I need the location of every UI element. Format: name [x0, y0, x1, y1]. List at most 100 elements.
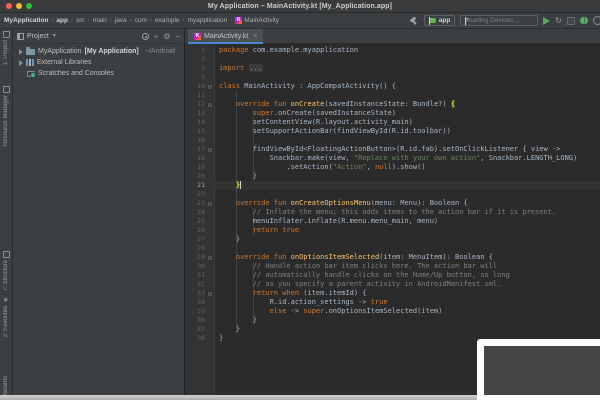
code-token: , — [367, 163, 375, 171]
device-select[interactable]: Loading Devices... ▼ — [460, 15, 538, 26]
code-line[interactable]: setSupportActionBar(findViewById(R.id.to… — [219, 127, 600, 136]
code-token: } — [219, 334, 223, 342]
code-token — [219, 208, 253, 216]
folded-imports[interactable]: ... — [249, 64, 264, 72]
line-number: 21 — [185, 181, 214, 190]
code-line[interactable]: override fun onCreate(savedInstanceState… — [219, 100, 600, 109]
close-tab-icon[interactable]: × — [253, 33, 257, 40]
code-line[interactable] — [219, 91, 600, 100]
profile-button[interactable] — [593, 16, 600, 25]
collapse-all-icon[interactable]: ÷ — [154, 32, 158, 41]
breadcrumb-item-example[interactable]: example — [155, 17, 180, 24]
tree-item-myapplication[interactable]: MyApplication [My Application] ~/Android — [13, 46, 184, 57]
code-line[interactable] — [219, 244, 600, 253]
navigation-toolbar: MyApplication›app›src›main›java›com›exam… — [0, 13, 600, 29]
code-token: Snackbar.make(view, — [219, 154, 354, 162]
build-hammer-icon[interactable] — [409, 16, 419, 26]
code-token: // automatically handle clicks on the Ho… — [253, 271, 510, 279]
code-line[interactable]: .setAction("Action", null).show() — [219, 163, 600, 172]
code-line[interactable]: } — [219, 172, 600, 181]
expand-arrow-icon[interactable] — [19, 60, 23, 66]
fold-marker-icon[interactable] — [208, 202, 212, 206]
run-configuration-select[interactable]: app ▼ — [424, 15, 456, 26]
code-line[interactable]: } — [219, 235, 600, 244]
code-line[interactable]: } — [219, 181, 600, 190]
stripe-button-build-variants[interactable]: Build Variants — [0, 376, 12, 395]
stripe-button-favorites[interactable]: ★ 2: Favorites — [0, 297, 12, 337]
code-line[interactable]: class MainActivity : AppCompatActivity()… — [219, 82, 600, 91]
run-button[interactable] — [543, 17, 550, 25]
breadcrumb-item-main[interactable]: main — [93, 17, 107, 24]
line-number: 2 — [185, 55, 214, 64]
breadcrumb-item-app[interactable]: app — [56, 17, 68, 24]
code-token: } — [219, 172, 257, 180]
breadcrumb-item-myapplication[interactable]: myapplication — [188, 17, 228, 24]
tree-item-external-libraries[interactable]: External Libraries — [13, 57, 184, 68]
breadcrumb-item-src[interactable]: src — [76, 17, 85, 24]
code-line[interactable]: import ... — [219, 64, 600, 73]
breadcrumb-separator-icon: › — [51, 18, 53, 24]
code-line[interactable]: return when (item.itemId) { — [219, 289, 600, 298]
breadcrumb-item-mainactivity[interactable]: KMainActivity — [235, 17, 279, 24]
tab-mainactivity[interactable]: K MainActivity.kt × — [188, 29, 263, 43]
code-line[interactable]: // as you specify a parent activity in A… — [219, 280, 600, 289]
fold-marker-icon[interactable] — [208, 85, 212, 89]
code-line[interactable]: // Inflate the menu; this adds items to … — [219, 208, 600, 217]
code-line[interactable]: return true — [219, 226, 600, 235]
stripe-button-project[interactable]: 1: Project — [0, 31, 12, 65]
code-line[interactable]: else -> super.onOptionsItemSelected(item… — [219, 307, 600, 316]
tree-item-path: ~/Android — [145, 48, 175, 55]
expand-arrow-icon[interactable] — [19, 49, 23, 55]
code-line[interactable]: R.id.action_settings -> true — [219, 298, 600, 307]
debug-button[interactable] — [580, 17, 588, 24]
code-token: .onOptionsItemSelected(item) — [324, 307, 442, 315]
tree-item-scratches[interactable]: Scratches and Consoles — [13, 68, 184, 79]
code-line[interactable]: } — [219, 316, 600, 325]
code-line[interactable]: super.onCreate(savedInstanceState) — [219, 109, 600, 118]
breadcrumb-item-java[interactable]: java — [115, 17, 127, 24]
hide-panel-icon[interactable]: − — [175, 32, 180, 41]
code-line[interactable]: findViewById<FloatingActionButton>(R.id.… — [219, 145, 600, 154]
code-line[interactable]: menuInflater.inflate(R.menu.menu_main, m… — [219, 217, 600, 226]
code-line[interactable]: Snackbar.make(view, "Replace with your o… — [219, 154, 600, 163]
code-token: // Handle action bar item clicks here. T… — [253, 262, 497, 270]
fold-marker-icon[interactable] — [208, 256, 212, 260]
code-line[interactable]: setContentView(R.layout.activity_main) — [219, 118, 600, 127]
code-token — [219, 289, 253, 297]
project-panel-title[interactable]: Project — [27, 33, 49, 40]
code-line[interactable]: override fun onCreateOptionsMenu(menu: M… — [219, 199, 600, 208]
settings-gear-icon[interactable]: ⚙ — [163, 32, 170, 41]
breadcrumb-item-myapplication[interactable]: MyApplication — [4, 17, 48, 24]
code-line[interactable]: } — [219, 325, 600, 334]
stripe-button-resource-manager[interactable]: Resource Manager — [0, 86, 12, 146]
ide-window: My Application – MainActivity.kt [My_App… — [0, 0, 600, 395]
apply-changes-icon[interactable]: ↻ — [555, 17, 562, 25]
breadcrumb-item-com[interactable]: com — [135, 17, 147, 24]
breadcrumb-label: src — [76, 17, 85, 24]
code-line[interactable]: package com.example.myapplication — [219, 46, 600, 55]
code-token: // Inflate the menu; this adds items to … — [253, 208, 556, 216]
code-line[interactable]: // Handle action bar item clicks here. T… — [219, 262, 600, 271]
code-line[interactable] — [219, 190, 600, 199]
stripe-button-structure[interactable]: 7: Structure — [0, 251, 12, 291]
code-line[interactable]: override fun onOptionsItemSelected(item:… — [219, 253, 600, 262]
code-token: onOptionsItemSelected — [291, 253, 380, 261]
fold-marker-icon[interactable] — [208, 103, 212, 107]
code-line[interactable]: // automatically handle clicks on the Ho… — [219, 271, 600, 280]
favorites-star-icon: ★ — [3, 297, 10, 304]
code-token: (savedInstanceState: Bundle?) — [324, 100, 450, 108]
tree-item-label: External Libraries — [37, 59, 91, 66]
fold-marker-icon[interactable] — [208, 292, 212, 296]
code-line[interactable] — [219, 55, 600, 64]
code-line[interactable] — [219, 136, 600, 145]
overlay-window — [477, 339, 600, 400]
line-number: 3 — [185, 64, 214, 73]
line-number: 31 — [185, 271, 214, 280]
code-line[interactable] — [219, 73, 600, 82]
code-token: package — [219, 46, 249, 54]
chevron-down-icon[interactable]: ▼ — [52, 33, 57, 39]
fold-marker-icon[interactable] — [208, 148, 212, 152]
locate-file-icon[interactable] — [142, 33, 149, 40]
code-token: setSupportActionBar(findViewById(R.id.to… — [219, 127, 451, 135]
code-token: R.id.action_settings -> — [219, 298, 371, 306]
